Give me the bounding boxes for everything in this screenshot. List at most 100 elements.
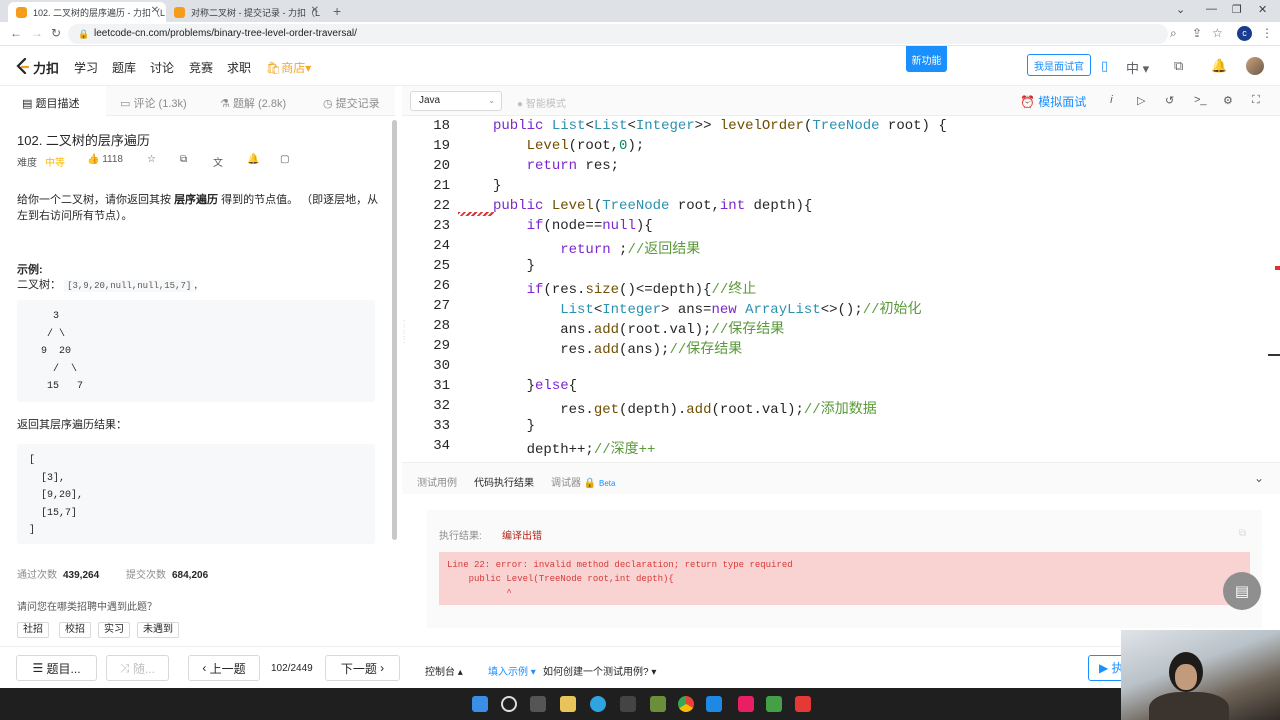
playground-icon[interactable]: ⧉ xyxy=(1174,58,1183,74)
mobile-icon[interactable]: ▯ xyxy=(1101,58,1108,74)
reload-icon[interactable]: ↻ xyxy=(51,26,61,40)
clion-icon[interactable] xyxy=(766,696,782,712)
code-line[interactable]: 20 return res; xyxy=(402,158,1272,178)
note-float-button[interactable]: ▤ xyxy=(1223,572,1261,610)
browser-tab[interactable]: 对称二叉树 - 提交记录 - 力扣（L ✕ xyxy=(166,2,326,22)
star-icon[interactable]: ☆ xyxy=(147,154,156,165)
code-text[interactable]: public Level(TreeNode root,int depth){ xyxy=(493,198,812,214)
nav-jobs[interactable]: 求职 xyxy=(227,59,251,76)
code-text[interactable]: if(node==null){ xyxy=(493,218,653,234)
window-close-icon[interactable]: ✕ xyxy=(1258,3,1267,16)
nav-discuss[interactable]: 讨论 xyxy=(150,59,174,76)
language-select[interactable]: Java ⌄ xyxy=(410,91,502,111)
new-tab-icon[interactable]: + xyxy=(333,3,341,19)
terminal-icon[interactable]: >_ xyxy=(1194,94,1207,106)
feedback-icon[interactable]: ▢ xyxy=(280,154,289,165)
code-line[interactable]: 32 res.get(depth).add(root.val);//添加数据 xyxy=(402,398,1272,418)
left-panel-scrollbar[interactable] xyxy=(392,120,397,540)
code-line[interactable]: 30 xyxy=(402,358,1272,378)
console-toggle[interactable]: 控制台 ▴ xyxy=(425,663,463,678)
bookmark-star-icon[interactable]: ☆ xyxy=(1212,26,1223,40)
user-avatar[interactable] xyxy=(1246,57,1264,75)
code-text[interactable]: }else{ xyxy=(493,378,577,394)
code-text[interactable]: List<Integer> ans=new ArrayList<>();//初始… xyxy=(493,298,921,318)
edge-icon[interactable] xyxy=(590,696,606,712)
code-line[interactable]: 18 public List<List<Integer>> levelOrder(… xyxy=(402,118,1272,138)
notification-bell-icon[interactable]: 🔔 xyxy=(1211,58,1227,74)
tab-submissions[interactable]: ◷ 提交记录 xyxy=(323,95,380,111)
share-icon[interactable]: ⧉ xyxy=(180,154,187,165)
next-problem-button[interactable]: 下一题 › xyxy=(325,655,400,681)
chip-social[interactable]: 社招 xyxy=(17,622,49,638)
search-icon[interactable] xyxy=(501,696,517,712)
code-text[interactable]: if(res.size()<=depth){//终止 xyxy=(493,278,757,298)
code-line[interactable]: 19 Level(root,0); xyxy=(402,138,1272,158)
bell-icon[interactable]: 🔔 xyxy=(247,154,259,165)
code-line[interactable]: 29 res.add(ans);//保存结果 xyxy=(402,338,1272,358)
maximize-icon[interactable]: ❐ xyxy=(1232,3,1242,16)
prev-problem-button[interactable]: ‹ 上一题 xyxy=(188,655,260,681)
url-field[interactable]: 🔒 leetcode-cn.com/problems/binary-tree-l… xyxy=(68,24,1168,44)
windows-start-icon[interactable] xyxy=(472,696,488,712)
code-line[interactable]: 34 depth++;//深度++ xyxy=(402,438,1272,458)
task-view-icon[interactable] xyxy=(530,696,546,712)
leetcode-logo-icon[interactable] xyxy=(16,58,30,74)
tab-search-icon[interactable]: ⌄ xyxy=(1176,3,1185,16)
code-line[interactable]: 33 } xyxy=(402,418,1272,438)
minimize-icon[interactable]: — xyxy=(1206,3,1217,15)
code-line[interactable]: 27 List<Integer> ans=new ArrayList<>();/… xyxy=(402,298,1272,318)
profile-avatar[interactable]: c xyxy=(1237,26,1252,41)
mock-interview-button[interactable]: ⏰ 模拟面试 xyxy=(1020,93,1086,110)
copy-icon[interactable]: ⧉ xyxy=(1239,528,1246,539)
like-button[interactable]: 👍 1118 xyxy=(87,154,123,165)
browser-tab-active[interactable]: 102. 二叉树的层序遍历 - 力扣（L ✕ xyxy=(8,2,166,22)
store-icon[interactable] xyxy=(620,696,636,712)
chip-not-met[interactable]: 未遇到 xyxy=(137,622,179,638)
code-line[interactable]: 22 public Level(TreeNode root,int depth){ xyxy=(402,198,1272,218)
how-to-create-testcase[interactable]: 如何创建一个测试用例? ▾ xyxy=(543,663,656,678)
code-line[interactable]: 24 return ;//返回结果 xyxy=(402,238,1272,258)
resize-handle-icon[interactable]: :::: xyxy=(403,319,405,345)
code-text[interactable]: return res; xyxy=(493,158,619,174)
file-explorer-icon[interactable] xyxy=(560,696,576,712)
new-feature-badge[interactable]: 新功能 xyxy=(906,46,947,72)
nav-contest[interactable]: 竞赛 xyxy=(189,59,213,76)
chip-intern[interactable]: 实习 xyxy=(98,622,130,638)
close-icon[interactable]: ✕ xyxy=(311,5,319,16)
nav-shop[interactable]: 🛍商店▾ xyxy=(266,59,311,76)
close-icon[interactable]: ✕ xyxy=(151,5,159,16)
chrome-icon[interactable] xyxy=(678,696,694,712)
code-line[interactable]: 23 if(node==null){ xyxy=(402,218,1272,238)
code-text[interactable]: res.add(ans);//保存结果 xyxy=(493,338,742,358)
app-icon[interactable] xyxy=(738,696,754,712)
translate-icon[interactable]: 文 xyxy=(213,154,223,169)
zoom-icon[interactable]: ⌕ xyxy=(1170,26,1177,41)
run-triangle-icon[interactable]: ▷ xyxy=(1137,94,1145,107)
code-text[interactable]: ans.add(root.val);//保存结果 xyxy=(493,318,784,338)
tab-description[interactable]: ▤ 题目描述 xyxy=(22,95,79,111)
code-line[interactable]: 31 }else{ xyxy=(402,378,1272,398)
app-icon[interactable] xyxy=(650,696,666,712)
code-text[interactable]: } xyxy=(493,418,535,434)
code-text[interactable]: Level(root,0); xyxy=(493,138,645,154)
app-icon[interactable] xyxy=(795,696,811,712)
code-line[interactable]: 28 ans.add(root.val);//保存结果 xyxy=(402,318,1272,338)
code-text[interactable]: } xyxy=(493,178,501,194)
code-line[interactable]: 25 } xyxy=(402,258,1272,278)
nav-problems[interactable]: 题库 xyxy=(112,59,136,76)
fullscreen-icon[interactable]: ⛶ xyxy=(1252,94,1260,107)
smart-mode-toggle[interactable]: ● 智能模式 xyxy=(517,95,566,110)
tab-debugger[interactable]: 调试器 🔒 Beta xyxy=(551,474,615,489)
back-icon[interactable]: ← xyxy=(10,26,22,40)
code-editor[interactable]: 18 public List<List<Integer>> levelOrder(… xyxy=(402,116,1280,462)
menu-dots-icon[interactable]: ⋮ xyxy=(1261,26,1273,40)
collapse-chevron-icon[interactable]: ⌄ xyxy=(1254,471,1264,485)
tab-exec-result[interactable]: 代码执行结果 xyxy=(474,474,534,489)
nav-learn[interactable]: 学习 xyxy=(74,59,98,76)
tab-testcase[interactable]: 测试用例 xyxy=(417,474,457,489)
code-line[interactable]: 26 if(res.size()<=depth){//终止 xyxy=(402,278,1272,298)
chip-campus[interactable]: 校招 xyxy=(59,622,91,638)
language-switch[interactable]: 中 ▾ xyxy=(1126,58,1149,77)
code-line[interactable]: 21} xyxy=(402,178,1272,198)
code-text[interactable]: public List<List<Integer>> levelOrder(Tr… xyxy=(493,118,947,134)
